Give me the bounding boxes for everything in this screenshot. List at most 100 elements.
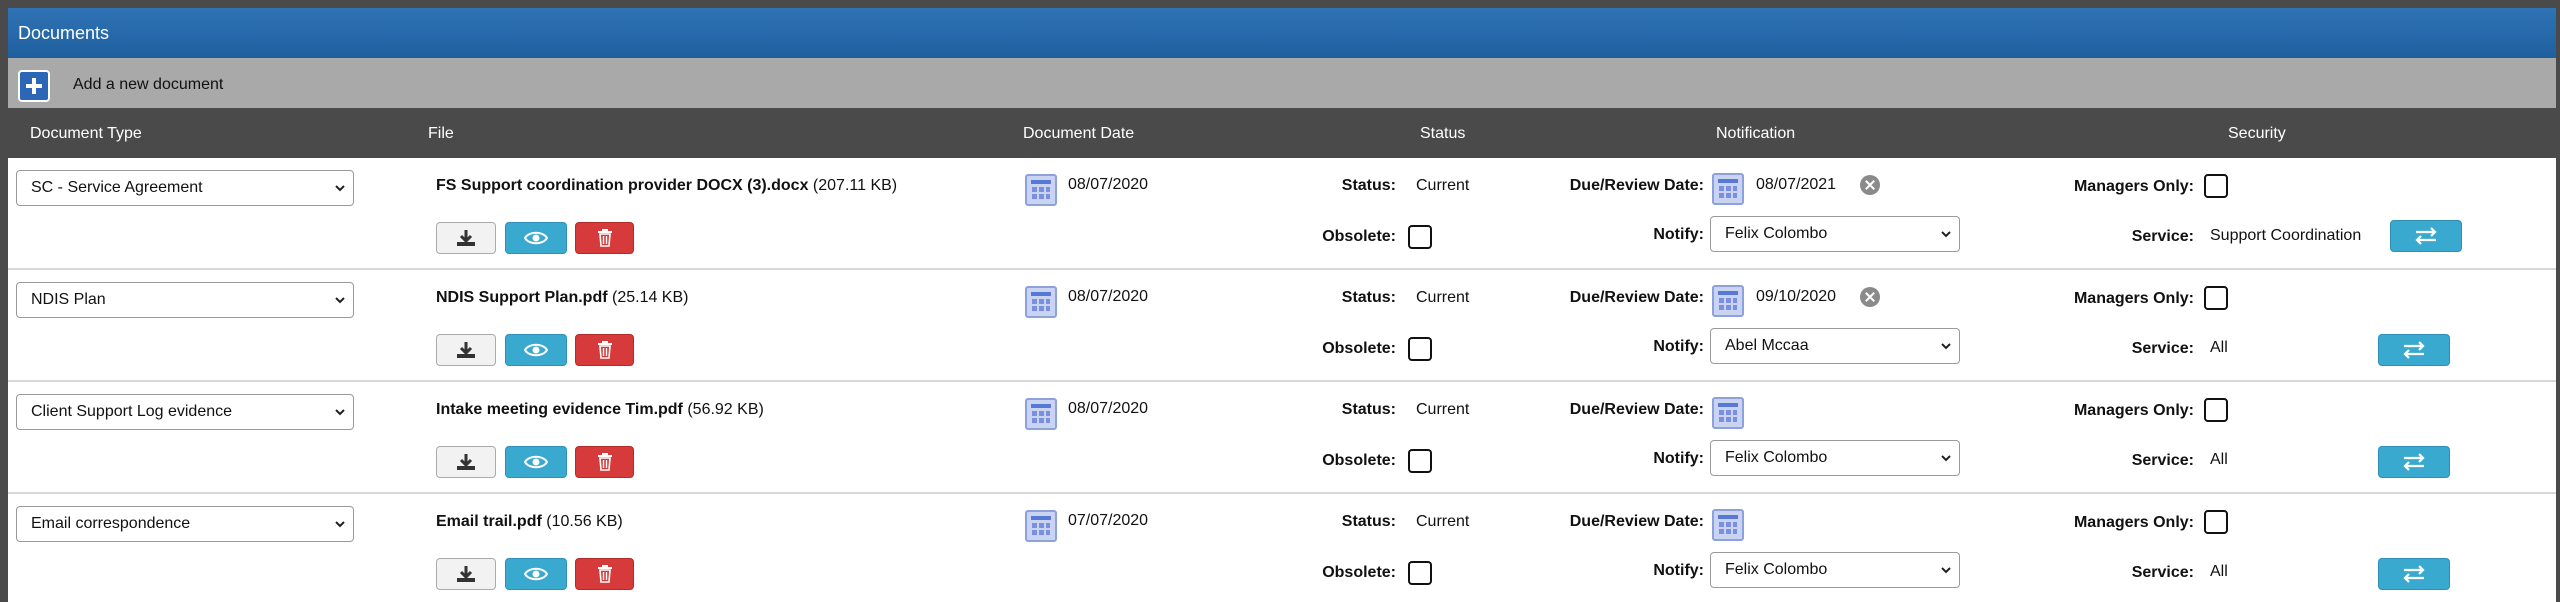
file-name: FS Support coordination provider DOCX (3… <box>436 177 897 195</box>
document-type-select[interactable]: Client Support Log evidence <box>16 394 354 430</box>
table-row: NDIS Plan NDIS Support Plan.pdf (25.14 K… <box>8 270 2556 382</box>
change-service-button[interactable] <box>2378 558 2450 590</box>
add-document-link[interactable]: Add a new document <box>73 76 223 94</box>
download-icon <box>457 454 475 470</box>
due-date-calendar-icon[interactable] <box>1712 173 1744 205</box>
download-button[interactable] <box>436 446 496 478</box>
service-value: Support Coordination <box>2210 227 2362 244</box>
managers-only-checkbox[interactable] <box>2204 510 2228 534</box>
clear-date-icon[interactable] <box>1860 175 1880 195</box>
download-button[interactable] <box>436 334 496 366</box>
change-service-button[interactable] <box>2378 334 2450 366</box>
due-date-value: 09/10/2020 <box>1756 288 1837 305</box>
swap-arrows-icon <box>2403 565 2425 583</box>
download-button[interactable] <box>436 558 496 590</box>
notify-select[interactable]: Felix Colombo <box>1710 216 1960 252</box>
notify-label: Notify: <box>1653 450 1704 467</box>
notify-select[interactable]: Felix Colombo <box>1710 440 1960 476</box>
file-size: (10.56 KB) <box>541 513 623 530</box>
due-date-calendar-icon[interactable] <box>1712 509 1744 541</box>
eye-icon <box>524 231 548 245</box>
trash-icon <box>597 565 612 583</box>
col-status: Status <box>1420 125 1466 142</box>
delete-button[interactable] <box>575 334 634 366</box>
managers-only-checkbox[interactable] <box>2204 174 2228 198</box>
eye-icon <box>524 343 548 357</box>
due-date-calendar-icon[interactable] <box>1712 285 1744 317</box>
col-notification: Notification <box>1716 125 1796 142</box>
change-service-button[interactable] <box>2378 446 2450 478</box>
due-date-value: 08/07/2021 <box>1756 176 1837 193</box>
col-document-date: Document Date <box>1023 125 1135 142</box>
status-value: Current <box>1416 177 1470 194</box>
service-label: Service: <box>2131 452 2194 469</box>
clear-date-icon[interactable] <box>1860 287 1880 307</box>
service-label: Service: <box>2131 340 2194 357</box>
obsolete-label: Obsolete: <box>1322 228 1396 245</box>
file-name: NDIS Support Plan.pdf (25.14 KB) <box>436 289 688 307</box>
file-name-text: FS Support coordination provider DOCX (3… <box>436 177 809 194</box>
notify-select[interactable]: Abel Mccaa <box>1710 328 1960 364</box>
document-type-value: NDIS Plan <box>31 291 106 308</box>
notify-value: Abel Mccaa <box>1725 337 1809 354</box>
service-label: Service: <box>2131 564 2194 581</box>
file-name-text: Intake meeting evidence Tim.pdf <box>436 401 683 418</box>
document-date-calendar-icon[interactable] <box>1025 398 1057 430</box>
obsolete-label: Obsolete: <box>1322 340 1396 357</box>
col-file: File <box>428 125 454 142</box>
trash-icon <box>597 453 612 471</box>
due-review-date-label: Due/Review Date: <box>1569 513 1704 530</box>
obsolete-checkbox[interactable] <box>1408 449 1432 473</box>
download-icon <box>457 566 475 582</box>
document-type-select[interactable]: SC - Service Agreement <box>16 170 354 206</box>
view-button[interactable] <box>505 222 567 254</box>
status-label: Status: <box>1341 177 1396 194</box>
due-review-date-label: Due/Review Date: <box>1569 177 1704 194</box>
add-document-icon[interactable] <box>18 70 50 102</box>
managers-only-label: Managers Only: <box>2073 178 2194 195</box>
document-type-value: Client Support Log evidence <box>31 403 233 420</box>
status-value: Current <box>1416 289 1470 306</box>
document-date-value: 08/07/2020 <box>1068 176 1149 193</box>
document-date-value: 07/07/2020 <box>1068 512 1149 529</box>
document-date-calendar-icon[interactable] <box>1025 174 1057 206</box>
view-button[interactable] <box>505 446 567 478</box>
document-type-select[interactable]: Email correspondence <box>16 506 354 542</box>
delete-button[interactable] <box>575 558 634 590</box>
swap-arrows-icon <box>2403 341 2425 359</box>
document-date-calendar-icon[interactable] <box>1025 510 1057 542</box>
file-size: (25.14 KB) <box>607 289 689 306</box>
managers-only-checkbox[interactable] <box>2204 398 2228 422</box>
table-row: SC - Service Agreement FS Support coordi… <box>8 158 2556 270</box>
download-button[interactable] <box>436 222 496 254</box>
obsolete-checkbox[interactable] <box>1408 337 1432 361</box>
document-date-calendar-icon[interactable] <box>1025 286 1057 318</box>
status-label: Status: <box>1341 401 1396 418</box>
chevron-down-icon <box>1941 343 1951 350</box>
table-row: Client Support Log evidence Intake meeti… <box>8 382 2556 494</box>
chevron-down-icon <box>335 521 345 528</box>
view-button[interactable] <box>505 334 567 366</box>
chevron-down-icon <box>335 297 345 304</box>
panel-title: Documents <box>8 8 2556 58</box>
document-type-select[interactable]: NDIS Plan <box>16 282 354 318</box>
view-button[interactable] <box>505 558 567 590</box>
document-type-value: SC - Service Agreement <box>31 179 203 196</box>
notify-select[interactable]: Felix Colombo <box>1710 552 1960 588</box>
obsolete-checkbox[interactable] <box>1408 561 1432 585</box>
delete-button[interactable] <box>575 222 634 254</box>
due-review-date-label: Due/Review Date: <box>1569 401 1704 418</box>
documents-panel: Documents Add a new document Document Ty… <box>8 8 2556 602</box>
trash-icon <box>597 341 612 359</box>
change-service-button[interactable] <box>2390 220 2462 252</box>
document-date-value: 08/07/2020 <box>1068 288 1149 305</box>
managers-only-label: Managers Only: <box>2073 402 2194 419</box>
managers-only-checkbox[interactable] <box>2204 286 2228 310</box>
due-date-calendar-icon[interactable] <box>1712 397 1744 429</box>
delete-button[interactable] <box>575 446 634 478</box>
notify-value: Felix Colombo <box>1725 449 1828 466</box>
file-name: Email trail.pdf (10.56 KB) <box>436 513 623 531</box>
chevron-down-icon <box>335 185 345 192</box>
download-icon <box>457 342 475 358</box>
obsolete-checkbox[interactable] <box>1408 225 1432 249</box>
